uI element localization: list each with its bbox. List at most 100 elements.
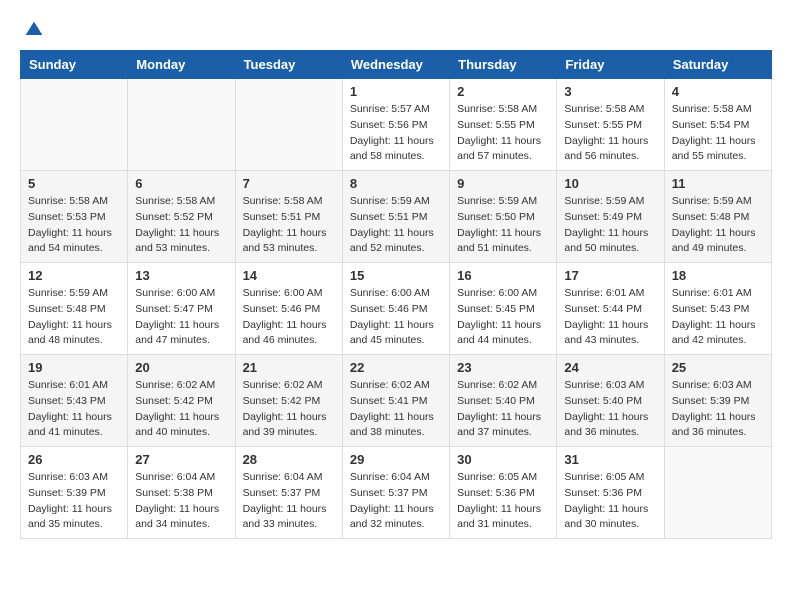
day-number: 21 <box>243 360 335 375</box>
day-info: Sunrise: 6:00 AMSunset: 5:47 PMDaylight:… <box>135 286 227 349</box>
day-number: 19 <box>28 360 120 375</box>
day-number: 27 <box>135 452 227 467</box>
day-info: Sunrise: 6:03 AMSunset: 5:39 PMDaylight:… <box>672 378 764 441</box>
header <box>20 20 772 40</box>
day-number: 10 <box>564 176 656 191</box>
calendar-cell: 12 Sunrise: 5:59 AMSunset: 5:48 PMDayligh… <box>21 263 128 355</box>
day-number: 11 <box>672 176 764 191</box>
day-info: Sunrise: 6:02 AMSunset: 5:41 PMDaylight:… <box>350 378 442 441</box>
day-info: Sunrise: 6:04 AMSunset: 5:37 PMDaylight:… <box>243 470 335 533</box>
day-number: 5 <box>28 176 120 191</box>
calendar-cell: 4 Sunrise: 5:58 AMSunset: 5:54 PMDaylight… <box>664 79 771 171</box>
day-number: 14 <box>243 268 335 283</box>
day-info: Sunrise: 5:58 AMSunset: 5:54 PMDaylight:… <box>672 102 764 165</box>
day-info: Sunrise: 6:02 AMSunset: 5:42 PMDaylight:… <box>135 378 227 441</box>
calendar-week-3: 12 Sunrise: 5:59 AMSunset: 5:48 PMDayligh… <box>21 263 772 355</box>
calendar-cell <box>664 447 771 539</box>
calendar-cell: 16 Sunrise: 6:00 AMSunset: 5:45 PMDayligh… <box>450 263 557 355</box>
day-info: Sunrise: 6:02 AMSunset: 5:42 PMDaylight:… <box>243 378 335 441</box>
day-number: 6 <box>135 176 227 191</box>
day-number: 4 <box>672 84 764 99</box>
calendar-header-monday: Monday <box>128 51 235 79</box>
calendar-cell: 22 Sunrise: 6:02 AMSunset: 5:41 PMDayligh… <box>342 355 449 447</box>
calendar-cell: 25 Sunrise: 6:03 AMSunset: 5:39 PMDayligh… <box>664 355 771 447</box>
calendar-cell: 9Sunrise: 5:59 AMSunset: 5:50 PMDaylight… <box>450 171 557 263</box>
calendar-cell: 5 Sunrise: 5:58 AMSunset: 5:53 PMDaylight… <box>21 171 128 263</box>
day-info: Sunrise: 5:57 AMSunset: 5:56 PMDaylight:… <box>350 102 442 165</box>
calendar-cell: 3 Sunrise: 5:58 AMSunset: 5:55 PMDaylight… <box>557 79 664 171</box>
day-info: Sunrise: 6:00 AMSunset: 5:46 PMDaylight:… <box>243 286 335 349</box>
day-info: Sunrise: 6:03 AMSunset: 5:40 PMDaylight:… <box>564 378 656 441</box>
day-number: 7 <box>243 176 335 191</box>
day-info: Sunrise: 5:59 AMSunset: 5:50 PMDaylight:… <box>457 194 549 257</box>
day-info: Sunrise: 6:01 AMSunset: 5:43 PMDaylight:… <box>672 286 764 349</box>
calendar-cell <box>128 79 235 171</box>
calendar-cell <box>21 79 128 171</box>
calendar-header-saturday: Saturday <box>664 51 771 79</box>
calendar-cell: 23Sunrise: 6:02 AMSunset: 5:40 PMDayligh… <box>450 355 557 447</box>
day-number: 25 <box>672 360 764 375</box>
day-info: Sunrise: 5:59 AMSunset: 5:48 PMDaylight:… <box>672 194 764 257</box>
day-info: Sunrise: 6:04 AMSunset: 5:37 PMDaylight:… <box>350 470 442 533</box>
day-number: 12 <box>28 268 120 283</box>
day-number: 3 <box>564 84 656 99</box>
calendar-cell: 30Sunrise: 6:05 AMSunset: 5:36 PMDayligh… <box>450 447 557 539</box>
day-number: 16 <box>457 268 549 283</box>
calendar-cell: 15 Sunrise: 6:00 AMSunset: 5:46 PMDayligh… <box>342 263 449 355</box>
day-info: Sunrise: 6:05 AMSunset: 5:36 PMDaylight:… <box>564 470 656 533</box>
calendar-header-row: SundayMondayTuesdayWednesdayThursdayFrid… <box>21 51 772 79</box>
day-number: 22 <box>350 360 442 375</box>
calendar-cell: 20 Sunrise: 6:02 AMSunset: 5:42 PMDayligh… <box>128 355 235 447</box>
day-number: 24 <box>564 360 656 375</box>
calendar-cell: 10 Sunrise: 5:59 AMSunset: 5:49 PMDayligh… <box>557 171 664 263</box>
day-number: 31 <box>564 452 656 467</box>
calendar-cell: 18Sunrise: 6:01 AMSunset: 5:43 PMDayligh… <box>664 263 771 355</box>
calendar-cell: 11 Sunrise: 5:59 AMSunset: 5:48 PMDayligh… <box>664 171 771 263</box>
calendar-header-thursday: Thursday <box>450 51 557 79</box>
logo <box>20 20 44 40</box>
calendar-table: SundayMondayTuesdayWednesdayThursdayFrid… <box>20 50 772 539</box>
logo-icon <box>24 20 44 40</box>
day-number: 17 <box>564 268 656 283</box>
calendar-cell: 28 Sunrise: 6:04 AMSunset: 5:37 PMDayligh… <box>235 447 342 539</box>
calendar-cell: 7 Sunrise: 5:58 AMSunset: 5:51 PMDaylight… <box>235 171 342 263</box>
day-info: Sunrise: 6:01 AMSunset: 5:44 PMDaylight:… <box>564 286 656 349</box>
day-number: 8 <box>350 176 442 191</box>
day-number: 15 <box>350 268 442 283</box>
day-number: 26 <box>28 452 120 467</box>
day-number: 1 <box>350 84 442 99</box>
calendar-week-5: 26 Sunrise: 6:03 AMSunset: 5:39 PMDayligh… <box>21 447 772 539</box>
calendar-header-friday: Friday <box>557 51 664 79</box>
day-info: Sunrise: 5:59 AMSunset: 5:48 PMDaylight:… <box>28 286 120 349</box>
calendar-header-wednesday: Wednesday <box>342 51 449 79</box>
day-info: Sunrise: 5:58 AMSunset: 5:55 PMDaylight:… <box>564 102 656 165</box>
day-number: 20 <box>135 360 227 375</box>
day-number: 13 <box>135 268 227 283</box>
calendar-cell: 14 Sunrise: 6:00 AMSunset: 5:46 PMDayligh… <box>235 263 342 355</box>
calendar-week-1: 1 Sunrise: 5:57 AMSunset: 5:56 PMDaylight… <box>21 79 772 171</box>
calendar-cell: 6 Sunrise: 5:58 AMSunset: 5:52 PMDaylight… <box>128 171 235 263</box>
day-info: Sunrise: 5:58 AMSunset: 5:53 PMDaylight:… <box>28 194 120 257</box>
day-info: Sunrise: 5:58 AMSunset: 5:52 PMDaylight:… <box>135 194 227 257</box>
day-info: Sunrise: 5:58 AMSunset: 5:55 PMDaylight:… <box>457 102 549 165</box>
calendar-header-tuesday: Tuesday <box>235 51 342 79</box>
day-number: 2 <box>457 84 549 99</box>
calendar-cell <box>235 79 342 171</box>
calendar-header-sunday: Sunday <box>21 51 128 79</box>
day-info: Sunrise: 6:00 AMSunset: 5:45 PMDaylight:… <box>457 286 549 349</box>
day-number: 29 <box>350 452 442 467</box>
day-info: Sunrise: 6:02 AMSunset: 5:40 PMDaylight:… <box>457 378 549 441</box>
day-info: Sunrise: 6:01 AMSunset: 5:43 PMDaylight:… <box>28 378 120 441</box>
calendar-cell: 19 Sunrise: 6:01 AMSunset: 5:43 PMDayligh… <box>21 355 128 447</box>
day-info: Sunrise: 5:59 AMSunset: 5:49 PMDaylight:… <box>564 194 656 257</box>
calendar-cell: 24 Sunrise: 6:03 AMSunset: 5:40 PMDayligh… <box>557 355 664 447</box>
calendar-cell: 26 Sunrise: 6:03 AMSunset: 5:39 PMDayligh… <box>21 447 128 539</box>
calendar-week-4: 19 Sunrise: 6:01 AMSunset: 5:43 PMDayligh… <box>21 355 772 447</box>
day-info: Sunrise: 6:00 AMSunset: 5:46 PMDaylight:… <box>350 286 442 349</box>
calendar-cell: 29 Sunrise: 6:04 AMSunset: 5:37 PMDayligh… <box>342 447 449 539</box>
calendar-cell: 17 Sunrise: 6:01 AMSunset: 5:44 PMDayligh… <box>557 263 664 355</box>
calendar-cell: 27Sunrise: 6:04 AMSunset: 5:38 PMDayligh… <box>128 447 235 539</box>
day-number: 28 <box>243 452 335 467</box>
day-info: Sunrise: 5:58 AMSunset: 5:51 PMDaylight:… <box>243 194 335 257</box>
day-info: Sunrise: 6:03 AMSunset: 5:39 PMDaylight:… <box>28 470 120 533</box>
